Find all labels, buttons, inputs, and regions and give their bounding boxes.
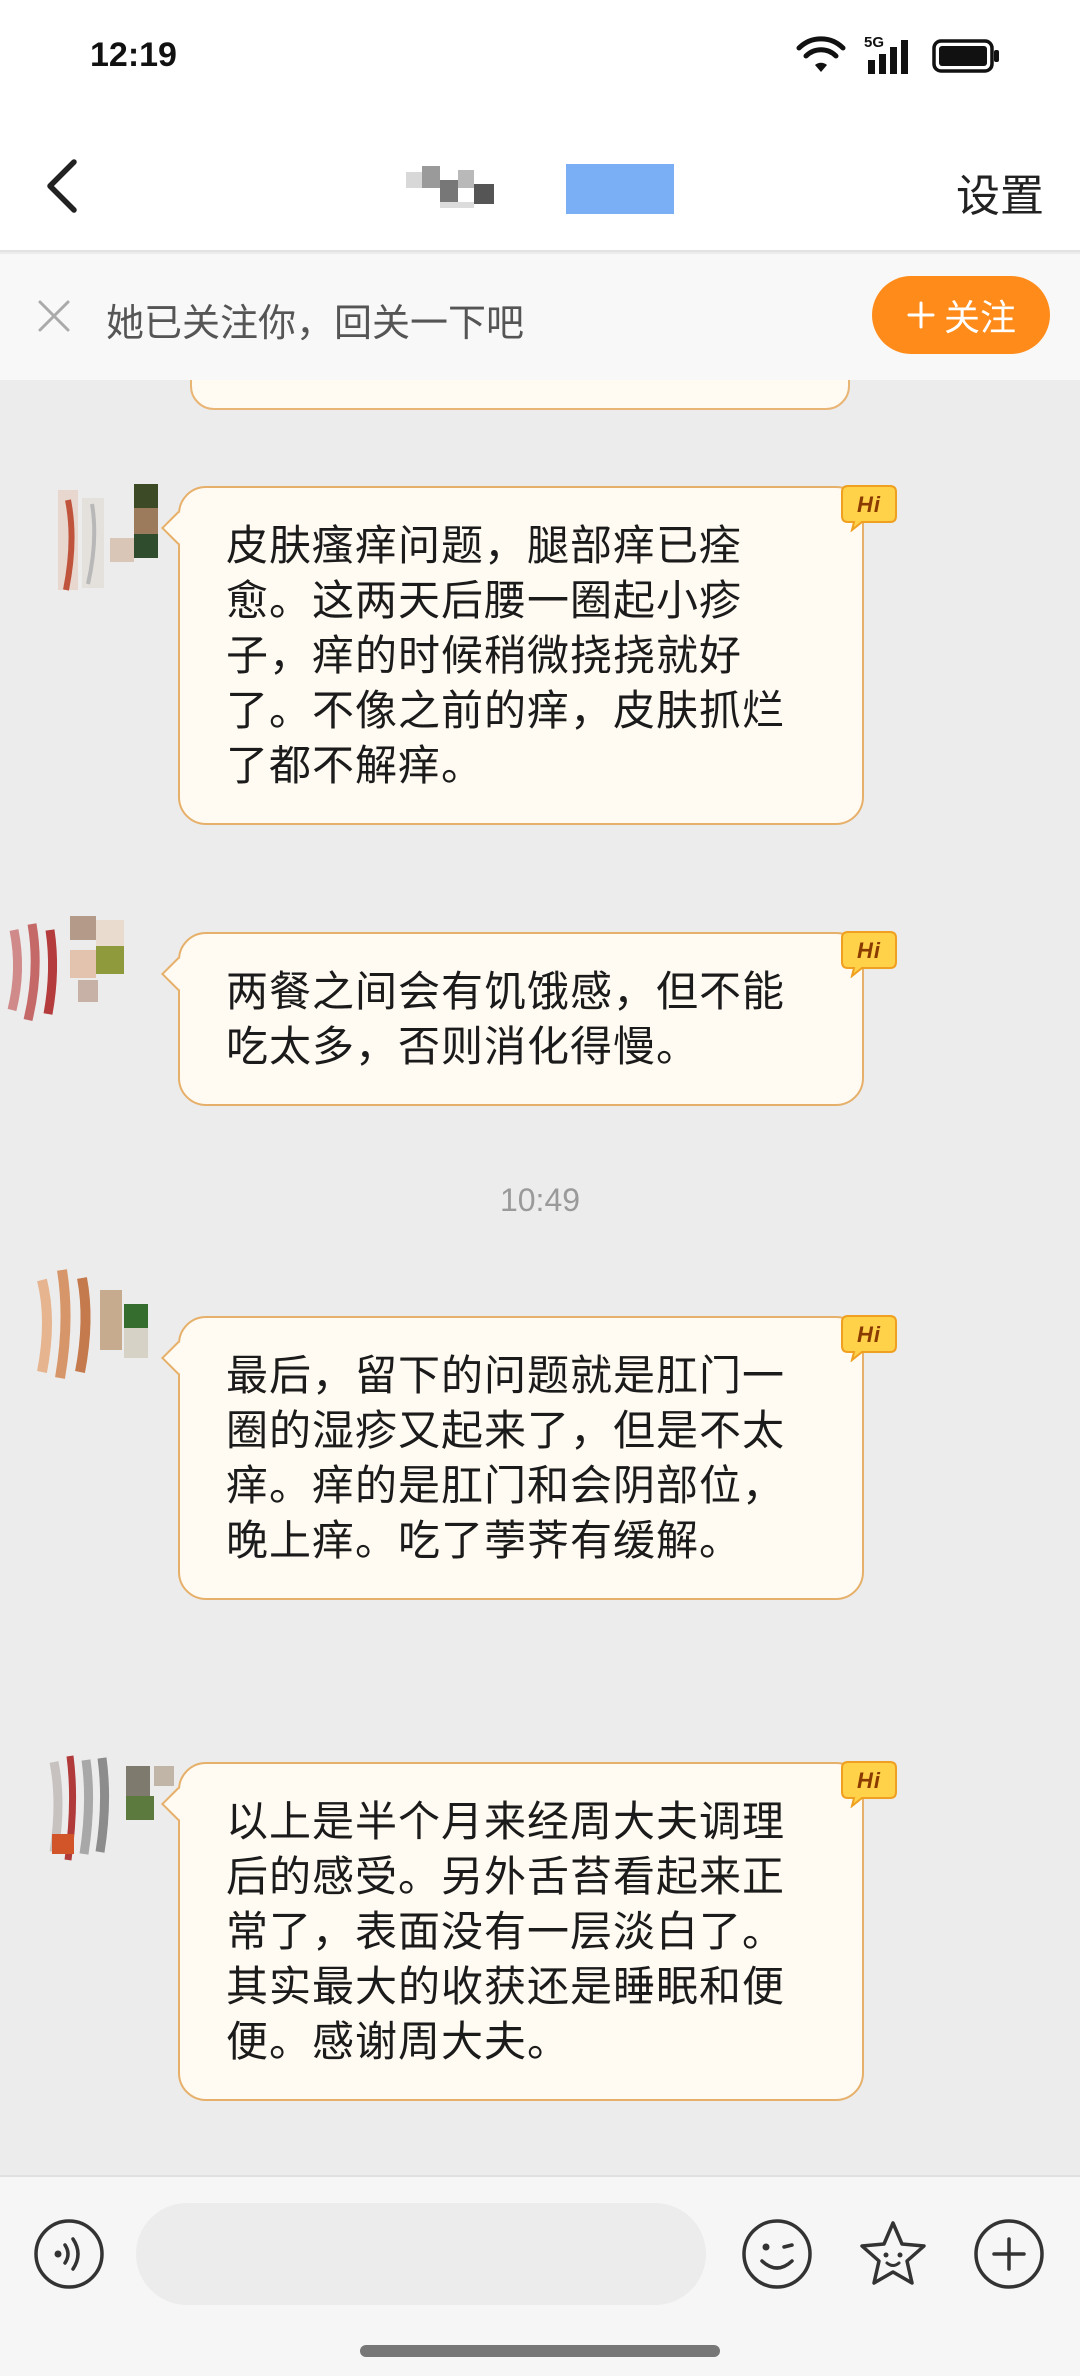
hi-badge-icon: Hi: [841, 485, 897, 532]
bubble-tail: [161, 957, 195, 991]
back-button[interactable]: [30, 150, 100, 220]
settings-button[interactable]: 设置: [956, 160, 1044, 224]
plus-icon: [907, 301, 935, 329]
bubble-tail: [161, 1341, 195, 1375]
status-icons: 5G: [796, 34, 1000, 76]
avatar[interactable]: [48, 480, 178, 610]
add-icon[interactable]: [972, 2217, 1046, 2291]
message-input[interactable]: [136, 2203, 706, 2305]
cellular-signal-icon: 5G: [864, 34, 914, 76]
network-type-label: 5G: [864, 34, 885, 51]
chat-timestamp: 10:49: [499, 1182, 581, 1218]
wifi-icon: [796, 36, 846, 72]
avatar[interactable]: [4, 910, 154, 1040]
voice-icon[interactable]: [32, 2217, 106, 2291]
hi-badge-label: Hi: [857, 492, 881, 517]
hi-badge-icon: Hi: [841, 931, 897, 978]
sticker-icon[interactable]: [856, 2217, 930, 2291]
message-text: 最后，留下的问题就是肛门一圈的湿疹又起来了，但是不太痒。痒的是肛门和会阴部位，晚…: [226, 1351, 786, 1565]
message-text: 皮肤瘙痒问题，腿部痒已痊愈。这两天后腰一圈起小疹子，痒的时候稍微挠挠就好了。不像…: [226, 521, 786, 790]
hi-badge-label: Hi: [857, 1768, 881, 1793]
hi-badge-label: Hi: [857, 1322, 881, 1347]
close-icon: [38, 300, 70, 332]
close-banner-button[interactable]: [34, 296, 74, 336]
input-bar: [0, 2175, 1080, 2376]
avatar[interactable]: [44, 1742, 184, 1872]
status-bar: 12:19 5G: [0, 0, 1080, 120]
chevron-left-icon: [47, 159, 77, 213]
contact-name-redacted: [406, 164, 674, 214]
chat-area[interactable]: 皮肤瘙痒问题，腿部痒已痊愈。这两天后腰一圈起小疹子，痒的时候稍微挠挠就好了。不像…: [0, 380, 1080, 2175]
follow-banner: 她已关注你，回关一下吧 关注: [0, 254, 1080, 380]
follow-button-label: 关注: [943, 298, 1016, 339]
hi-badge-label: Hi: [857, 938, 881, 963]
avatar[interactable]: [30, 1260, 160, 1390]
home-indicator[interactable]: [360, 2345, 720, 2357]
message-bubble[interactable]: 皮肤瘙痒问题，腿部痒已痊愈。这两天后腰一圈起小疹子，痒的时候稍微挠挠就好了。不像…: [161, 485, 897, 825]
message-bubble[interactable]: 最后，留下的问题就是肛门一圈的湿疹又起来了，但是不太痒。痒的是肛门和会阴部位，晚…: [161, 1315, 897, 1600]
hi-badge-icon: Hi: [841, 1761, 897, 1808]
message-bubble[interactable]: 两餐之间会有饥饿感，但不能吃太多，否则消化得慢。 Hi: [161, 931, 897, 1106]
message-bubble[interactable]: 以上是半个月来经周大夫调理后的感受。另外舌苔看起来正常了，表面没有一层淡白了。其…: [161, 1761, 897, 2101]
follow-banner-text: 她已关注你，回关一下吧: [106, 301, 525, 345]
emoji-icon[interactable]: [740, 2217, 814, 2291]
status-time: 12:19: [90, 36, 177, 74]
follow-button[interactable]: 关注: [872, 276, 1050, 354]
hi-badge-icon: Hi: [841, 1315, 897, 1362]
message-text: 以上是半个月来经周大夫调理后的感受。另外舌苔看起来正常了，表面没有一层淡白了。其…: [226, 1797, 786, 2066]
message-text: 两餐之间会有饥饿感，但不能吃太多，否则消化得慢。: [226, 967, 786, 1071]
nav-bar: 设置: [0, 120, 1080, 252]
battery-icon: [932, 39, 999, 73]
previous-message-bubble: [190, 380, 850, 410]
